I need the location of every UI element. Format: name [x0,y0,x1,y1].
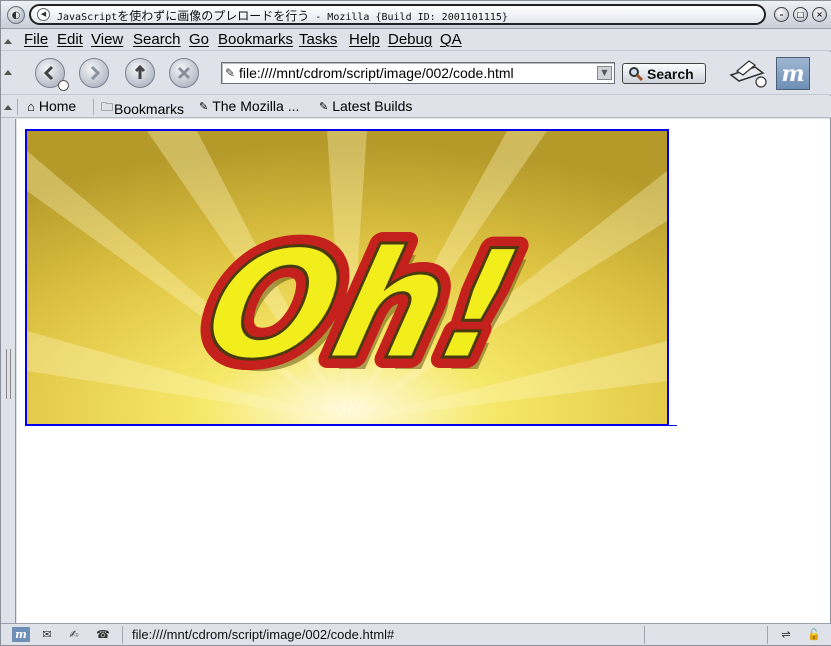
shade-icon[interactable]: ◀ [37,8,50,21]
browser-window: ◐ ◀ JavaScriptを使わずに画像のプレロードを行う - Mozilla… [0,0,831,646]
page-proxy-icon[interactable]: ✎ [225,66,235,80]
menu-help[interactable]: Help [349,31,380,48]
title-main: を使わずに画像のプレロードを行う [117,9,310,23]
menu-bookmarks[interactable]: Bookmarks [218,31,293,48]
menu-go[interactable]: Go [189,31,209,48]
menubar-grip[interactable] [1,29,15,51]
maximize-icon[interactable]: □ [793,7,808,22]
reload-icon [134,64,146,79]
collapse-triangle-icon[interactable] [4,70,12,75]
minimize-icon[interactable]: – [774,7,789,22]
menu-tasks[interactable]: Tasks [299,31,337,48]
bookmarks-label: Bookmarks [114,100,185,117]
banner-text-fill: Oh! [189,218,535,392]
menu-view[interactable]: View [91,31,123,48]
image-link[interactable]: Oh! Oh! Oh! [25,129,669,426]
menu-bar: File Edit View Search Go Bookmarks Tasks… [1,29,831,51]
stop-button[interactable] [169,58,199,88]
menu-qa[interactable]: QA [440,31,462,48]
forward-button[interactable] [79,58,109,88]
title-pill: ◀ JavaScriptを使わずに画像のプレロードを行う - Mozilla {… [29,4,766,25]
bookmark-icon: ✎ [319,100,329,113]
search-button-label: Search [647,65,694,82]
bookmark-the-mozilla-label: The Mozilla ... [212,98,300,114]
page-content: Oh! Oh! Oh! [17,119,830,623]
sidebar-splitter[interactable] [1,119,16,623]
navigator-icon[interactable]: m [12,627,30,642]
window-title: JavaScriptを使わずに画像のプレロードを行う - Mozilla {Bu… [57,7,508,24]
url-history-dropdown-icon[interactable]: ▼ [597,66,612,80]
collapse-triangle-icon[interactable] [4,105,12,110]
close-window-icon[interactable]: × [812,7,827,22]
link-underline [669,425,677,426]
menu-edit[interactable]: Edit [57,31,83,48]
back-arrow-icon [43,65,54,81]
url-bar[interactable]: ✎ file:////mnt/cdrom/script/image/002/co… [221,62,615,84]
menu-file[interactable]: File [24,31,48,48]
navigation-toolbar: ✎ file:////mnt/cdrom/script/image/002/co… [1,52,831,95]
status-divider [644,626,645,644]
personal-toolbar: ⌂ Home 🗀 Bookmarks ✎ The Mozilla ... ✎ L… [1,96,831,118]
bookmark-latest-builds-label: Latest Builds [332,98,413,114]
title-prefix: JavaScript [57,12,118,23]
security-lock-icon[interactable]: 🔓 [805,627,823,642]
bookmark-icon: ✎ [199,100,209,113]
mozilla-throbber-icon[interactable]: m [776,57,810,90]
bookmark-latest-builds[interactable]: ✎ Latest Builds [319,98,412,114]
status-divider [122,626,123,644]
mail-icon[interactable]: ✉ [37,627,57,642]
forward-arrow-icon [90,65,101,81]
back-dropdown-icon[interactable] [58,80,69,91]
online-plug-icon[interactable]: ⇌ [773,627,799,642]
collapse-triangle-icon [4,39,12,44]
search-button[interactable]: Search [622,63,706,84]
status-bar: m ✉ ✍ ☎ file:////mnt/cdrom/script/image/… [1,623,831,645]
stop-icon [177,66,191,80]
menu-debug[interactable]: Debug [388,31,432,48]
title-suffix: - Mozilla {Build ID: 2001101115} [309,12,508,23]
bookmark-the-mozilla[interactable]: ✎ The Mozilla ... [199,98,299,114]
title-bar: ◐ ◀ JavaScriptを使わずに画像のプレロードを行う - Mozilla… [1,1,831,29]
folder-icon: 🗀 [101,100,114,114]
home-icon: ⌂ [27,98,35,114]
oh-banner-image: Oh! Oh! Oh! [27,131,667,424]
bookmarks-button[interactable]: 🗀 Bookmarks [101,98,184,119]
menu-search[interactable]: Search [133,31,181,48]
sidebar-grip[interactable] [6,349,11,399]
toolbar-divider [17,99,18,115]
status-text: file:////mnt/cdrom/script/image/002/code… [132,627,395,642]
window-menu-icon[interactable]: ◐ [7,6,25,24]
status-divider [767,626,768,644]
print-icon[interactable] [727,57,767,89]
home-label: Home [38,98,77,114]
toolbar-divider [93,99,94,115]
composer-icon[interactable]: ✍ [63,627,85,642]
home-button[interactable]: ⌂ Home [27,98,76,114]
back-button[interactable] [35,58,69,91]
url-text[interactable]: file:////mnt/cdrom/script/image/002/code… [239,65,514,81]
reload-button[interactable] [125,58,155,88]
magnifier-icon [629,66,644,81]
banner-text: Oh! Oh! Oh! [178,207,546,404]
address-book-icon[interactable]: ☎ [92,627,114,642]
